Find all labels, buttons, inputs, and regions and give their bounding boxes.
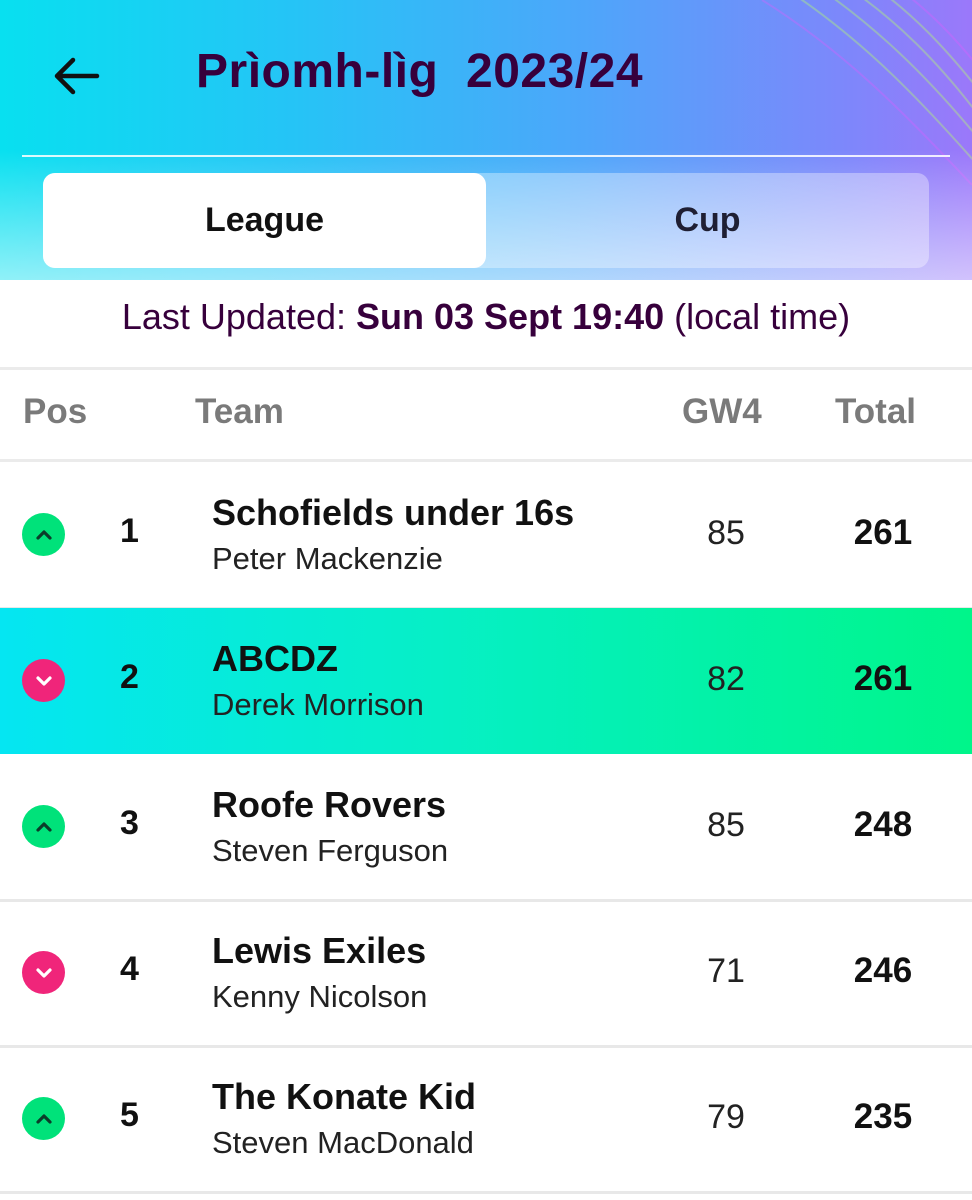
header: Prìomh-lìg 2023/24 League Cup [0, 0, 972, 280]
gameweek-points: 79 [707, 1098, 745, 1136]
last-updated-prefix: Last Updated: [121, 296, 356, 337]
header-divider [22, 155, 950, 157]
gameweek-points: 85 [707, 514, 745, 552]
chevron-down-icon [35, 967, 52, 978]
table-row[interactable]: 3 Roofe Rovers Steven Ferguson 85 248 [0, 754, 972, 902]
back-button[interactable] [44, 46, 108, 106]
chevron-up-icon [35, 1113, 52, 1124]
total-points: 261 [853, 659, 913, 698]
column-header-pos: Pos [23, 392, 88, 431]
manager-name: Kenny Nicolson [212, 979, 428, 1014]
column-header-gw: GW4 [682, 392, 762, 431]
last-updated-suffix: (local time) [664, 296, 851, 337]
table-row[interactable]: 4 Lewis Exiles Kenny Nicolson 71 246 [0, 900, 972, 1048]
arrow-up-icon [22, 805, 65, 848]
position: 2 [120, 658, 139, 696]
decorative-swirl [761, 0, 972, 186]
table-row[interactable]: 5 The Konate Kid Steven MacDonald 79 235 [0, 1046, 972, 1194]
row-divider [0, 1191, 972, 1194]
arrow-left-icon [54, 57, 100, 95]
position: 5 [120, 1096, 139, 1134]
column-header-team: Team [195, 392, 284, 431]
manager-name: Steven Ferguson [212, 833, 449, 868]
team-name: Lewis Exiles [212, 930, 427, 971]
chevron-down-icon [35, 675, 52, 686]
manager-name: Peter Mackenzie [212, 541, 443, 576]
last-updated-date: Sun 03 Sept 19:40 [356, 296, 665, 337]
table-row[interactable]: 1 Schofields under 16s Peter Mackenzie 8… [0, 462, 972, 610]
total-points: 261 [853, 513, 913, 552]
table-row[interactable]: 2 ABCDZ Derek Morrison 82 261 [0, 608, 972, 754]
total-points: 246 [853, 951, 913, 990]
team-name: Schofields under 16s [212, 492, 575, 533]
tab-league[interactable]: League [43, 173, 486, 268]
chevron-up-icon [35, 821, 52, 832]
team-name: The Konate Kid [212, 1076, 477, 1117]
arrow-up-icon [22, 513, 65, 556]
arrow-down-icon [22, 659, 65, 702]
team-name: ABCDZ [212, 638, 338, 679]
gameweek-points: 71 [707, 952, 745, 990]
position: 3 [120, 804, 139, 842]
gameweek-points: 85 [707, 806, 745, 844]
last-updated: Last Updated: Sun 03 Sept 19:40 (local t… [0, 296, 972, 338]
tab-bar: League Cup [43, 173, 929, 268]
arrow-up-icon [22, 1097, 65, 1140]
divider [0, 367, 972, 370]
team-name: Roofe Rovers [212, 784, 447, 825]
total-points: 235 [853, 1097, 913, 1136]
chevron-up-icon [35, 529, 52, 540]
total-points: 248 [853, 805, 913, 844]
column-header-total: Total [835, 392, 917, 431]
position: 4 [120, 950, 139, 988]
position: 1 [120, 512, 139, 550]
tab-cup[interactable]: Cup [486, 173, 929, 268]
gameweek-points: 82 [707, 660, 745, 698]
manager-name: Derek Morrison [212, 687, 424, 722]
arrow-down-icon [22, 951, 65, 994]
page-title: Prìomh-lìg 2023/24 [196, 45, 644, 98]
manager-name: Steven MacDonald [212, 1125, 474, 1160]
